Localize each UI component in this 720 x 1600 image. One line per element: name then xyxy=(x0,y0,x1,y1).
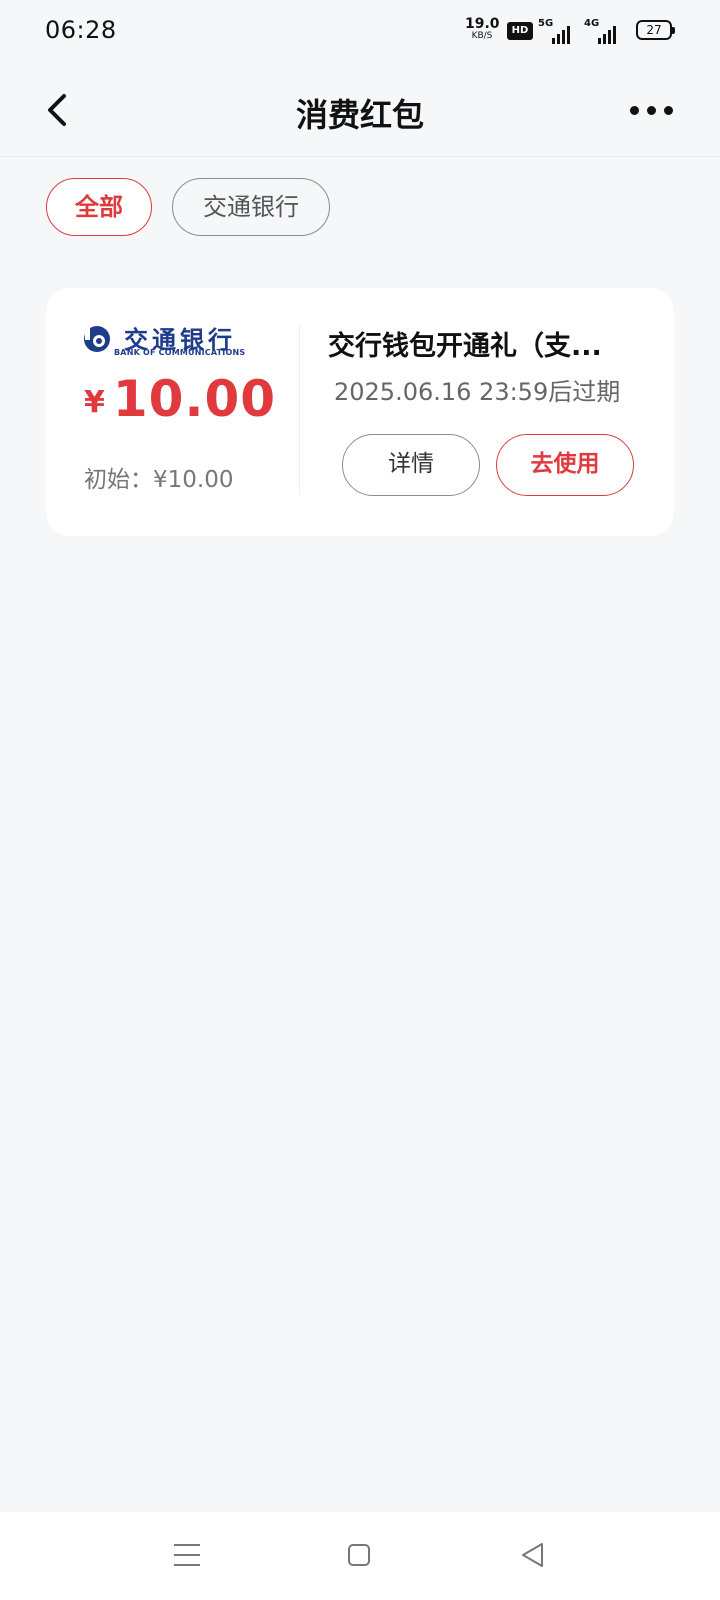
network-speed-value: 19.0 xyxy=(465,16,500,32)
status-bar: 06:28 19.0 KB/S HD 5G 4G 27 xyxy=(0,0,720,64)
menu-icon[interactable] xyxy=(174,1542,200,1568)
coupon-amount: ¥10.00 xyxy=(84,370,276,428)
bank-logo-en: BANK OF COMMUNICATIONS xyxy=(114,348,246,357)
signal-4g-label: 4G xyxy=(584,18,600,29)
hd-icon: HD xyxy=(507,22,533,40)
amount-value: 10.00 xyxy=(112,370,277,428)
coupon-expire: 2025.06.16 23:59后过期 xyxy=(334,378,621,406)
square-home-icon[interactable] xyxy=(348,1544,370,1566)
signal-4g-icon: 4G xyxy=(584,18,620,44)
signal-5g-label: 5G xyxy=(538,18,554,29)
more-button[interactable] xyxy=(630,104,674,116)
more-dot xyxy=(647,106,656,115)
page-title: 消费红包 xyxy=(295,96,424,134)
coupon-name: 交行钱包开通礼（支... xyxy=(328,331,602,362)
more-dot xyxy=(664,106,673,115)
triangle-back-icon[interactable] xyxy=(518,1540,548,1570)
initial-amount: 初始：¥10.00 xyxy=(84,467,234,493)
detail-button[interactable]: 详情 xyxy=(342,434,480,496)
system-nav-bar xyxy=(0,1512,720,1600)
bank-emblem-icon xyxy=(84,326,110,352)
signal-5g-icon: 5G xyxy=(538,18,574,44)
bank-logo: 交通银行 BANK OF COMMUNICATIONS xyxy=(82,324,252,360)
more-dot xyxy=(630,106,639,115)
filter-chip-bank[interactable]: 交通银行 xyxy=(172,178,330,236)
title-bar: 消费红包 xyxy=(0,64,720,157)
coupon-card: 交通银行 BANK OF COMMUNICATIONS ¥10.00 初始：¥1… xyxy=(46,288,674,536)
card-divider xyxy=(299,326,300,494)
battery-icon: 27 xyxy=(636,20,675,40)
network-speed: 19.0 KB/S xyxy=(465,16,500,42)
use-button[interactable]: 去使用 xyxy=(496,434,634,496)
currency-symbol: ¥ xyxy=(84,385,105,420)
filter-chip-all[interactable]: 全部 xyxy=(46,178,152,236)
status-time: 06:28 xyxy=(45,16,117,44)
